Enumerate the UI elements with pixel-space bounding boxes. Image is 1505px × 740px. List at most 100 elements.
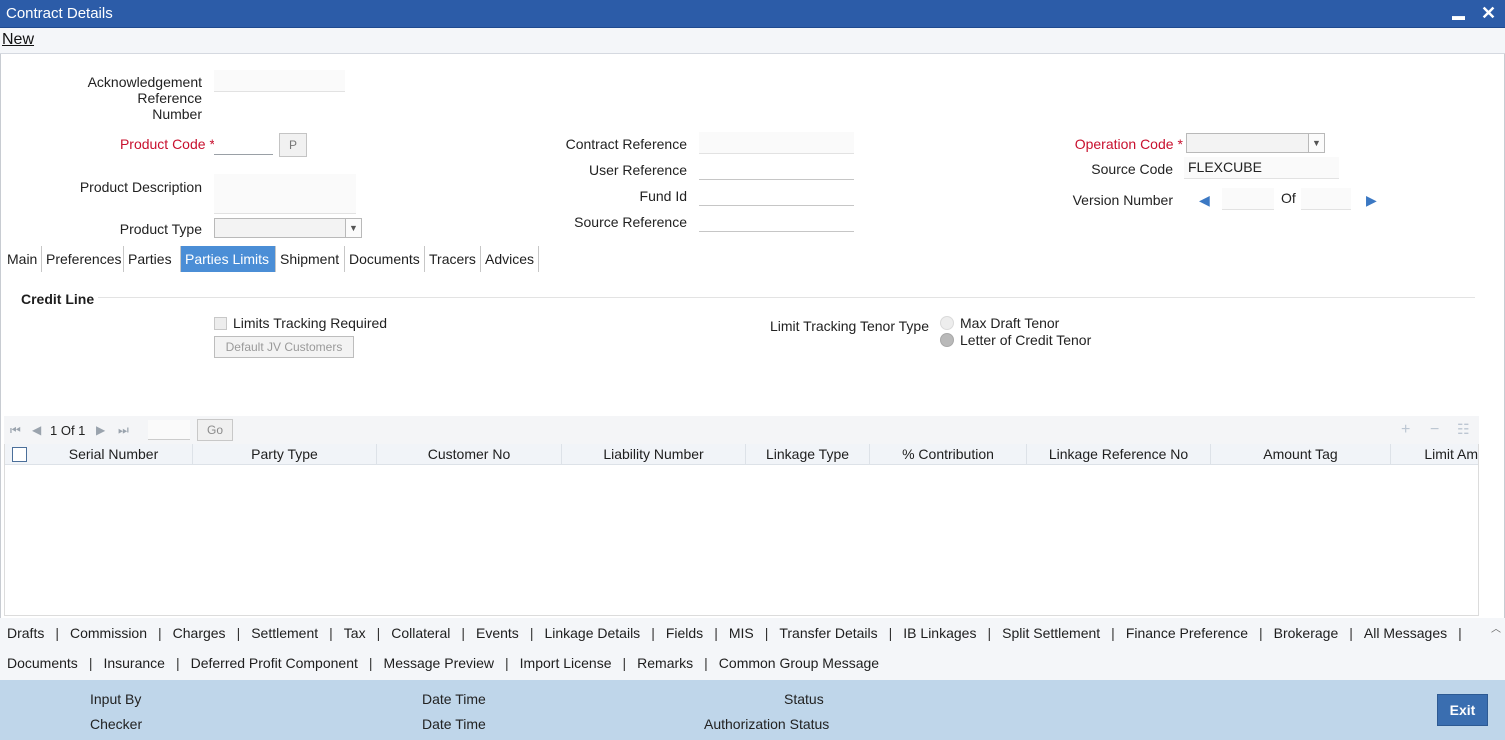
single-view-icon[interactable]: ☷ [1457,421,1470,438]
column-header[interactable]: % Contribution [870,444,1027,465]
link-settlement[interactable]: Settlement [251,625,318,641]
link-deferred-profit-component[interactable]: Deferred Profit Component [191,655,358,671]
column-header[interactable]: Serial Number [35,444,193,465]
column-header[interactable]: Customer No [377,444,562,465]
product-lov-button[interactable]: P [279,133,307,157]
link-linkage-details[interactable]: Linkage Details [544,625,640,641]
close-icon[interactable]: ✕ [1481,3,1496,23]
column-header[interactable]: Amount Tag [1211,444,1391,465]
link-separator: | [158,625,162,641]
link-fields[interactable]: Fields [666,625,703,641]
link-all-messages[interactable]: All Messages [1364,625,1447,641]
link-split-settlement[interactable]: Split Settlement [1002,625,1100,641]
link-events[interactable]: Events [476,625,519,641]
source-ref-label: Source Reference [574,214,687,230]
link-brokerage[interactable]: Brokerage [1274,625,1339,641]
link-common-group-message[interactable]: Common Group Message [719,655,879,671]
link-drafts[interactable]: Drafts [7,625,44,641]
tab-advices[interactable]: Advices [481,246,539,272]
source-code-field[interactable]: FLEXCUBE [1184,157,1339,179]
link-separator: | [88,655,93,671]
product-code-field[interactable] [214,133,273,155]
link-separator: | [714,625,718,641]
delete-row-icon[interactable]: − [1430,421,1439,439]
link-commission[interactable]: Commission [70,625,147,641]
product-desc-field[interactable] [214,174,356,214]
link-collateral[interactable]: Collateral [391,625,450,641]
tab-preferences[interactable]: Preferences [42,246,124,272]
link-remarks[interactable]: Remarks [637,655,693,671]
tab-main[interactable]: Main [3,246,42,272]
link-mis[interactable]: MIS [729,625,754,641]
product-type-label: Product Type [119,221,202,237]
previous-version-icon[interactable]: ◀ [1199,192,1210,209]
audit-footer: Input By Checker Date Time Date Time Sta… [0,680,1505,740]
column-header[interactable]: Limit Am [1391,444,1478,465]
contract-ref-field[interactable] [699,132,854,154]
link-charges[interactable]: Charges [173,625,226,641]
tab-parties[interactable]: Parties [124,246,181,272]
minimize-icon[interactable]: ▬ [1452,6,1465,26]
party-limits-grid: Serial Number Party Type Customer No Lia… [4,444,1479,616]
first-page-icon[interactable]: ⏮ [10,423,21,438]
link-import-license[interactable]: Import License [520,655,612,671]
add-row-icon[interactable]: + [1401,421,1410,439]
version-current-field[interactable] [1222,188,1274,210]
link-separator: | [651,625,655,641]
column-header[interactable]: Liability Number [562,444,746,465]
link-ib-linkages[interactable]: IB Linkages [903,625,976,641]
last-page-icon[interactable]: ⏭ [118,423,129,438]
column-header[interactable]: Party Type [193,444,377,465]
column-header[interactable]: Linkage Type [746,444,870,465]
grid-header: Serial Number Party Type Customer No Lia… [5,444,1478,465]
tab-documents[interactable]: Documents [345,246,425,272]
link-transfer-details[interactable]: Transfer Details [779,625,877,641]
link-separator: | [987,625,992,641]
credit-line-heading: Credit Line [21,291,95,307]
max-draft-tenor-radio[interactable] [940,316,954,330]
operation-code-select[interactable]: ▼ [1186,133,1325,153]
fund-id-field[interactable] [699,184,854,206]
go-button[interactable]: Go [197,419,233,441]
select-all-checkbox[interactable] [12,447,27,462]
chevron-down-icon: ▼ [345,219,361,237]
version-total-field[interactable] [1301,188,1351,210]
link-separator: | [1349,625,1353,641]
link-insurance[interactable]: Insurance [103,655,164,671]
default-jv-customers-button[interactable]: Default JV Customers [214,336,354,358]
tab-tracers[interactable]: Tracers [425,246,481,272]
chevron-up-icon[interactable]: ︿ [1491,620,1501,635]
prev-page-icon[interactable]: ◀ [32,423,41,437]
status-label: Status [784,691,824,707]
link-message-preview[interactable]: Message Preview [384,655,495,671]
letter-of-credit-tenor-label: Letter of Credit Tenor [960,332,1092,348]
menu-bar: New [0,28,1505,54]
exit-button[interactable]: Exit [1437,694,1488,726]
link-documents[interactable]: Documents [7,655,78,671]
link-separator: | [888,625,893,641]
next-version-icon[interactable]: ▶ [1366,192,1377,209]
checker-date-time-label: Date Time [422,716,486,732]
user-ref-label: User Reference [588,162,687,178]
column-header[interactable]: Linkage Reference No [1027,444,1211,465]
user-ref-field[interactable] [699,158,854,180]
tab-parties-limits[interactable]: Parties Limits [181,246,276,272]
link-separator: | [175,655,180,671]
limits-tracking-checkbox[interactable] [214,317,227,330]
link-tax[interactable]: Tax [344,625,366,641]
letter-of-credit-tenor-radio[interactable] [940,333,954,347]
link-separator: | [376,625,381,641]
link-finance-preference[interactable]: Finance Preference [1126,625,1248,641]
page-number-input[interactable] [148,420,190,440]
chevron-down-icon: ▼ [1308,134,1324,152]
new-link[interactable]: New [2,31,34,49]
product-type-select[interactable]: ▼ [214,218,362,238]
max-draft-tenor-label: Max Draft Tenor [960,315,1060,331]
next-page-icon[interactable]: ▶ [96,423,105,437]
source-ref-field[interactable] [699,210,854,232]
source-code-label: Source Code [1091,161,1173,177]
window-title: Contract Details [6,5,113,22]
ack-ref-field[interactable] [214,70,345,92]
tab-shipment[interactable]: Shipment [276,246,345,272]
authorization-status-label: Authorization Status [704,716,830,732]
